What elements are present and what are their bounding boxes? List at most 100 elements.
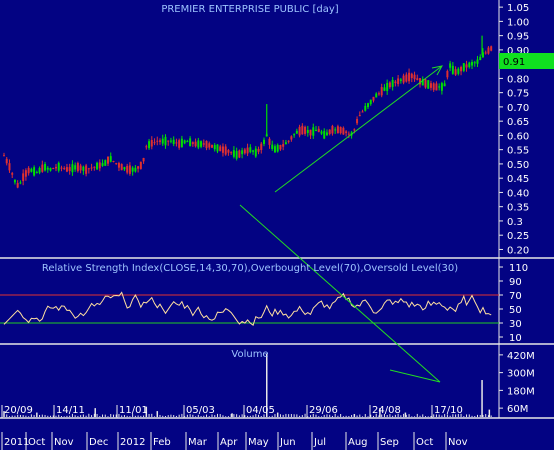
price-candle: [109, 156, 112, 162]
price-candle: [369, 99, 372, 105]
x-month-label: Jun: [279, 437, 296, 448]
x-month-label: 2012: [120, 437, 145, 448]
x-date-label: 29/06: [309, 405, 338, 416]
price-candle: [358, 115, 361, 117]
price-candle: [249, 147, 252, 153]
price-candle: [408, 72, 411, 82]
price-candle: [241, 150, 244, 155]
price-candle: [282, 144, 285, 147]
price-candle: [271, 144, 274, 149]
price-candle: [345, 131, 348, 133]
price-candle: [178, 140, 181, 148]
price-candle: [186, 141, 189, 143]
price-candle: [446, 70, 449, 78]
price-candle: [243, 149, 246, 154]
price-candle: [383, 87, 386, 91]
price-candle: [471, 62, 474, 66]
x-date-label: 20/09: [4, 405, 33, 416]
price-candle: [347, 133, 350, 135]
x-date-label: 04/05: [246, 405, 275, 416]
price-candle: [246, 147, 249, 154]
price-candle: [325, 132, 328, 136]
price-candle: [153, 142, 156, 144]
price-candle: [161, 138, 164, 144]
price-candle: [3, 155, 5, 157]
rsi-tick-label: 70: [509, 291, 522, 302]
price-candle: [377, 93, 380, 95]
price-candle: [388, 82, 391, 88]
price-candle: [443, 83, 446, 87]
price-candle: [304, 126, 307, 134]
price-candle: [465, 64, 468, 68]
price-candle: [394, 81, 397, 84]
price-candle: [227, 150, 230, 153]
price-tick-label: 0.50: [507, 160, 529, 171]
price-candle: [172, 139, 175, 144]
price-candle: [476, 59, 479, 64]
price-candle: [211, 144, 214, 148]
price-candle: [87, 168, 90, 170]
x-month-label: Feb: [153, 437, 171, 448]
volume-tick-label: 300M: [507, 369, 535, 380]
price-candle: [427, 80, 430, 89]
price-tick-label: 0.60: [507, 131, 529, 142]
price-tick-label: 0.75: [507, 89, 529, 100]
price-candle: [454, 69, 457, 75]
price-candle: [30, 168, 33, 172]
price-candle: [416, 78, 419, 80]
price-candle: [473, 62, 476, 64]
price-tick-label: 0.95: [507, 32, 529, 43]
price-candle: [93, 166, 96, 168]
price-candle: [342, 127, 345, 135]
price-candle: [273, 146, 276, 153]
price-candle: [128, 165, 131, 174]
price-candle: [367, 103, 370, 108]
price-candle: [219, 146, 222, 152]
x-month-label: Dec: [89, 437, 108, 448]
price-candle: [429, 83, 432, 88]
price-candle: [353, 129, 356, 131]
price-candle: [115, 163, 118, 165]
price-candle: [410, 73, 413, 79]
price-candle: [169, 140, 172, 142]
price-candle: [139, 161, 142, 169]
price-tick-label: 0.65: [507, 117, 529, 128]
price-candle: [312, 127, 315, 136]
price-candle: [276, 144, 279, 152]
price-candle: [183, 140, 186, 144]
rsi-tick-label: 10: [509, 333, 522, 344]
price-candle: [46, 167, 49, 170]
price-candle: [295, 130, 298, 134]
price-candle: [101, 163, 104, 166]
rsi-tick-label: 90: [509, 277, 522, 288]
price-candle: [191, 142, 194, 145]
price-candle: [435, 83, 438, 91]
price-candle: [424, 79, 427, 88]
price-candle: [123, 167, 126, 170]
price-candle: [74, 165, 77, 170]
x-month-label: Oct: [416, 437, 433, 448]
x-month-label: May: [248, 437, 269, 448]
price-candle: [328, 129, 331, 135]
price-candle: [112, 161, 115, 163]
price-tick-label: 0.3: [507, 217, 523, 228]
price-candle: [150, 140, 153, 147]
volume-tick-label: 180M: [507, 386, 535, 397]
price-candle: [372, 96, 375, 101]
price-candle: [287, 140, 290, 142]
price-candle: [440, 83, 443, 91]
price-candle: [49, 168, 52, 171]
price-candle: [11, 173, 14, 175]
price-candle: [22, 173, 25, 182]
price-candle: [298, 126, 301, 136]
price-candle: [479, 56, 482, 61]
x-date-label: 05/03: [186, 405, 215, 416]
price-candle: [457, 68, 460, 74]
price-candle: [487, 47, 490, 54]
price-candle: [336, 126, 339, 134]
price-candle: [8, 163, 11, 171]
price-candle: [238, 150, 241, 158]
price-candle: [268, 138, 271, 145]
x-month-label: Sep: [380, 437, 399, 448]
price-candle: [413, 74, 416, 80]
